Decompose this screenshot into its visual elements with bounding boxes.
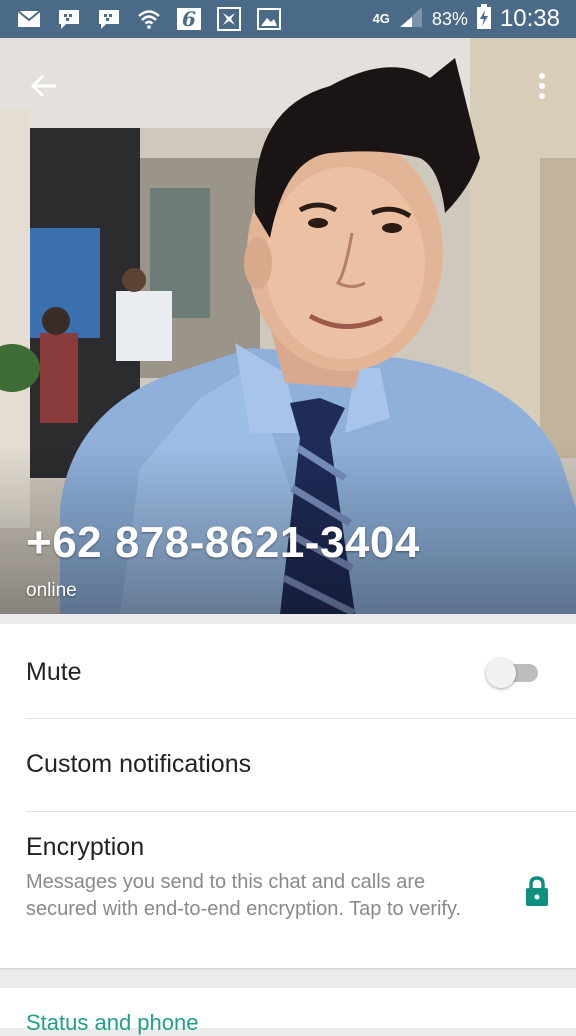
contact-photo-header[interactable]: +62 878-8621-3404 online	[0, 38, 576, 614]
status-bar: 6 4G 83% 10:38	[0, 0, 576, 38]
encryption-title: Encryption	[26, 833, 145, 861]
status-and-phone-section: Status and phone	[0, 988, 576, 1035]
more-vert-icon	[539, 73, 545, 99]
blackberry-icon	[216, 7, 242, 31]
mute-label: Mute	[26, 658, 82, 686]
encryption-row[interactable]: Encryption Messages you send to this cha…	[26, 811, 576, 968]
arrow-back-icon	[30, 74, 56, 98]
image-icon	[256, 8, 282, 30]
bbm-icon	[56, 8, 82, 30]
back-button[interactable]	[22, 64, 66, 108]
section-title: Status and phone	[26, 1010, 199, 1035]
battery-icon	[476, 3, 492, 35]
signal-icon	[398, 5, 424, 34]
app-6-icon: 6	[176, 7, 202, 31]
contact-phone-number: +62 878-8621-3404	[26, 518, 420, 567]
lock-icon	[526, 876, 548, 906]
wifi-icon	[136, 8, 162, 30]
mail-icon	[16, 8, 42, 30]
encryption-description: Messages you send to this chat and calls…	[26, 871, 462, 920]
contact-status: online	[26, 580, 77, 601]
clock: 10:38	[499, 5, 560, 32]
mute-row[interactable]: Mute	[26, 624, 576, 719]
toggle-thumb	[486, 658, 516, 688]
more-options-button[interactable]	[526, 64, 558, 108]
network-type: 4G	[372, 11, 390, 26]
custom-notifications-label: Custom notifications	[26, 750, 252, 778]
svg-text:6: 6	[182, 7, 196, 31]
chat-settings-card: Mute Custom notifications Encryption Mes…	[0, 624, 576, 968]
mute-toggle[interactable]	[486, 658, 540, 688]
bbm-icon	[96, 8, 122, 30]
custom-notifications-row[interactable]: Custom notifications	[26, 718, 576, 812]
battery-percent: 83%	[431, 8, 468, 29]
